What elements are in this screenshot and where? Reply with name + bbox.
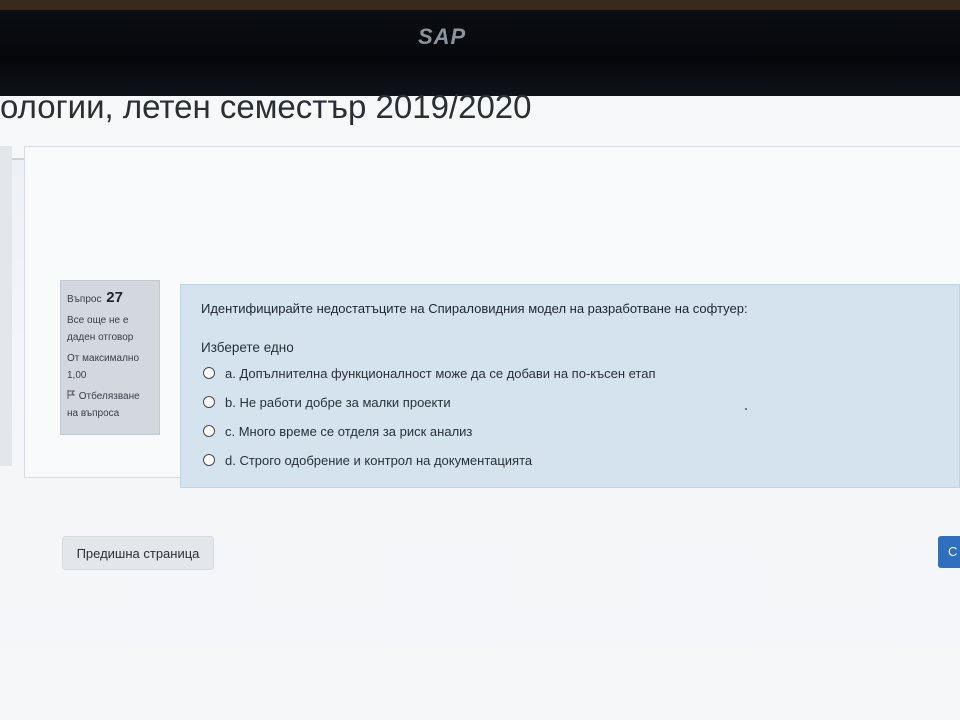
question-info-panel: Въпрос 27 Все още не е даден отговор От … [60, 280, 160, 435]
question-status: Все още не е даден отговор [67, 312, 153, 346]
answer-option-a[interactable]: a. Допълнителна функционалност може да с… [203, 363, 656, 383]
question-number: 27 [106, 289, 123, 306]
monitor-bezel: SAP [0, 0, 960, 100]
question-number-label: Въпрос [67, 294, 102, 305]
flag-label-1: Отбелязване [78, 391, 140, 402]
answer-label: c. Много време се отделя за риск анализ [225, 423, 473, 439]
answer-option-d[interactable]: d. Строго одобрение и контрол на докумен… [203, 450, 532, 470]
previous-page-button[interactable]: Предишна страница [62, 536, 214, 570]
answer-label: b. Не работи добре за малки проекти [225, 394, 451, 410]
max-mark-label: От максимално [67, 353, 140, 364]
status-line-2: даден отговор [67, 332, 134, 343]
next-page-button[interactable]: С [938, 536, 960, 568]
question-panel: Идентифицирайте недостатъците на Спирало… [180, 284, 960, 488]
answer-option-c[interactable]: c. Много време се отделя за риск анализ [203, 421, 472, 441]
status-line-1: Все още не е [67, 315, 129, 326]
flag-label-2: на въпроса [67, 408, 120, 419]
page-title: ологии, летен семестър 2019/2020 [0, 88, 532, 125]
left-drawer-edge [0, 146, 12, 466]
flag-question-link[interactable]: Отбелязване на въпроса [67, 388, 153, 422]
desk-background [0, 0, 960, 10]
question-max-mark: От максимално 1,00 [67, 350, 153, 384]
answer-label: d. Строго одобрение и контрол на докумен… [225, 452, 533, 468]
radio-button[interactable] [203, 396, 215, 408]
screen-speck [745, 408, 747, 410]
radio-button[interactable] [203, 425, 215, 437]
radio-button[interactable] [203, 367, 215, 379]
flag-icon [67, 390, 79, 402]
answer-prompt: Изберете едно [201, 340, 294, 355]
answer-label: a. Допълнителна функционалност може да с… [225, 365, 656, 381]
sap-logo: SAP [418, 24, 467, 49]
radio-button[interactable] [203, 454, 215, 466]
answer-option-b[interactable]: b. Не работи добре за малки проекти [203, 392, 451, 412]
question-text: Идентифицирайте недостатъците на Спирало… [201, 301, 748, 316]
max-mark-value: 1,00 [67, 370, 87, 381]
